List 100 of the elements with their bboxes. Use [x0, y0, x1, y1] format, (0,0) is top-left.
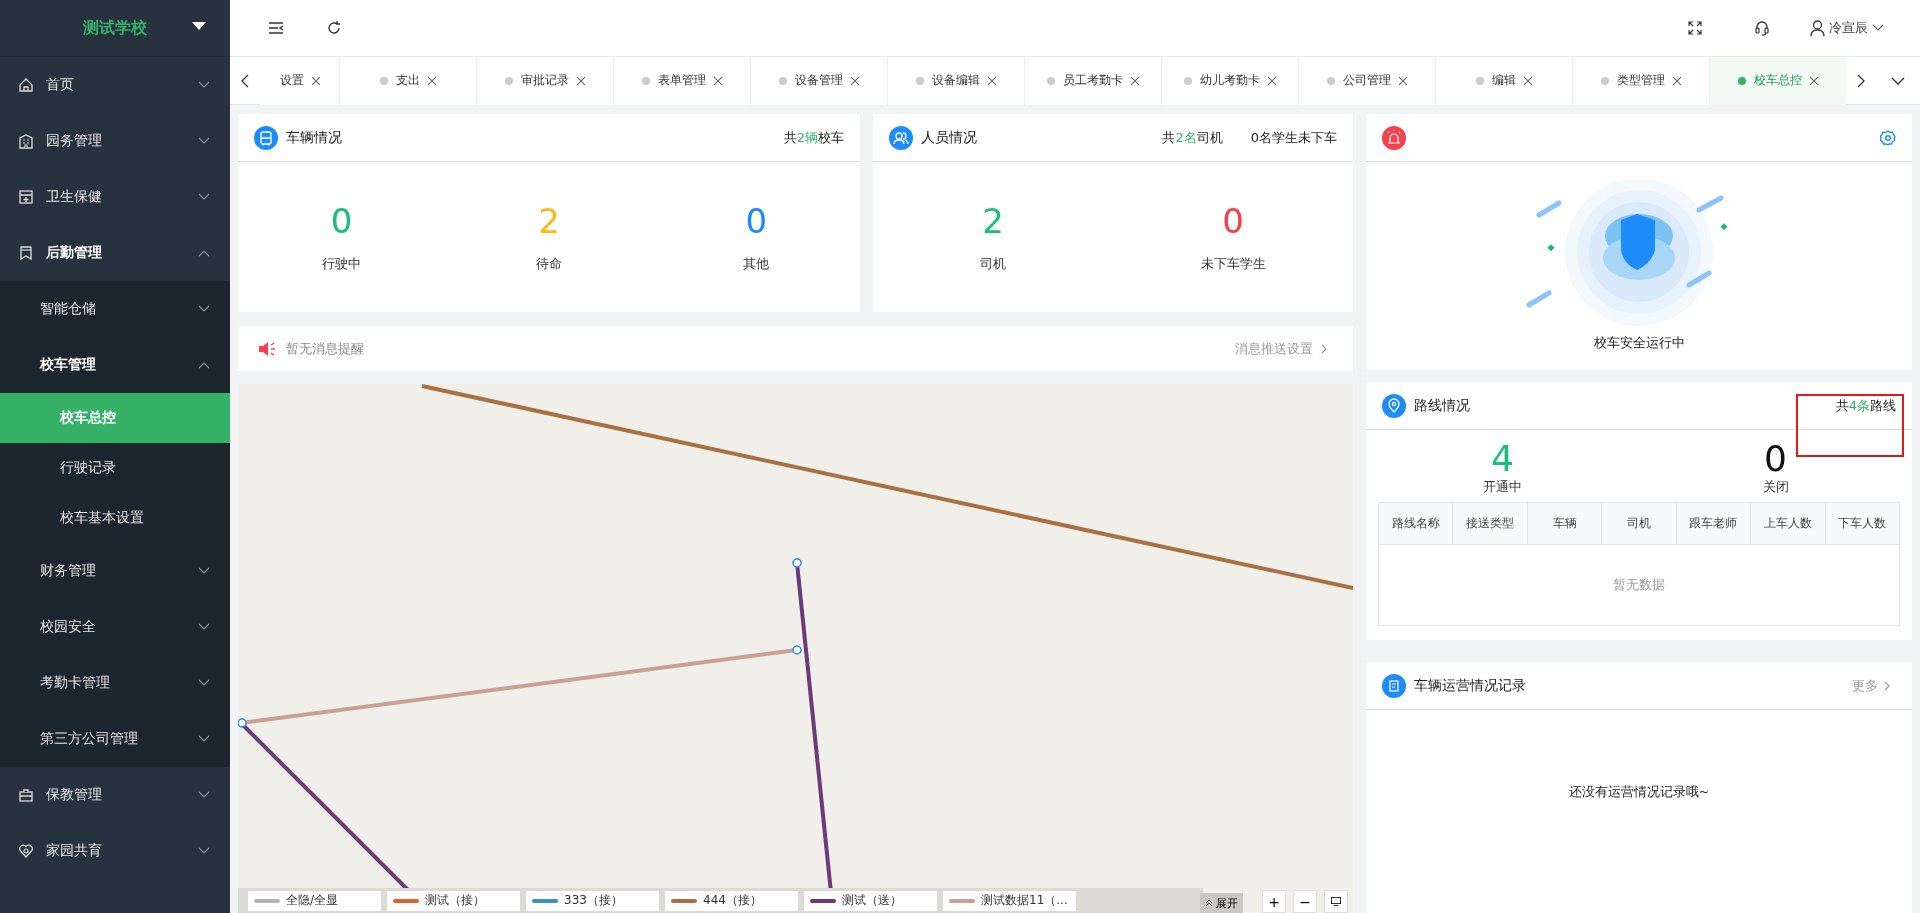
page-tab[interactable]: 设置	[260, 56, 340, 105]
page-tab[interactable]: 校车总控	[1710, 56, 1846, 105]
stat-label: 司机	[980, 255, 1007, 273]
zoom-in-button[interactable]: +	[1262, 890, 1286, 913]
menu-item[interactable]: 行驶记录	[0, 443, 230, 493]
summary-text: 0名学生未下车	[1250, 128, 1337, 147]
chevron-down-icon	[198, 81, 210, 89]
refresh-icon	[326, 20, 342, 36]
page-tab[interactable]: 幼儿考勤卡	[1162, 56, 1299, 105]
notice-message: 暂无消息提醒	[286, 339, 365, 358]
stat-label: 关闭	[1762, 478, 1789, 496]
column-header: 路线名称	[1379, 503, 1454, 544]
menu-item[interactable]: 智能仓储	[0, 281, 230, 337]
close-icon[interactable]	[1810, 76, 1818, 85]
expand-button[interactable]: 展开	[1200, 893, 1243, 913]
close-icon[interactable]	[988, 76, 996, 85]
settings-icon[interactable]	[1880, 129, 1896, 146]
menu-item[interactable]: 财务管理	[0, 543, 230, 599]
chevron-down-icon	[198, 679, 210, 687]
close-icon[interactable]	[1524, 76, 1532, 85]
column-header: 跟车老师	[1676, 503, 1752, 544]
close-icon[interactable]	[1399, 76, 1407, 85]
users-icon	[889, 125, 914, 150]
chevron-down-icon	[1891, 76, 1905, 85]
close-icon[interactable]	[311, 76, 320, 85]
empty-message: 还没有运营情况记录哦~	[1567, 782, 1711, 801]
page-tab[interactable]: 表单管理	[614, 56, 751, 105]
stat-value: 0	[330, 201, 353, 241]
stat-value: 2	[538, 201, 560, 241]
status-caption: 校车安全运行中	[1593, 334, 1685, 352]
chevron-right-icon	[1857, 73, 1865, 88]
close-icon[interactable]	[1673, 76, 1681, 85]
menu-item[interactable]: 首页	[0, 57, 230, 113]
column-header: 下车人数	[1837, 515, 1888, 532]
column-header: 接送类型	[1453, 503, 1528, 544]
menu-item[interactable]: 校车管理	[0, 337, 230, 393]
zoom-out-button[interactable]: −	[1293, 890, 1317, 913]
screen-button[interactable]	[1324, 890, 1348, 913]
close-icon[interactable]	[428, 76, 436, 85]
page-tab[interactable]: 员工考勤卡	[1025, 56, 1162, 105]
stat-label: 开通中	[1483, 478, 1522, 496]
stat-label: 未下车学生	[1200, 255, 1266, 273]
chevron-down-icon	[1872, 24, 1884, 32]
card-title: 车辆运营情况记录	[1414, 676, 1527, 695]
page-tab[interactable]: 类型管理	[1573, 56, 1710, 105]
stat-label: 其他	[743, 255, 770, 273]
location-pin-icon	[1382, 393, 1406, 418]
menu-item[interactable]: 校车基本设置	[0, 493, 230, 543]
legend-item[interactable]: 测试数据11（...	[943, 890, 1076, 911]
page-tab[interactable]: 公司管理	[1299, 56, 1436, 105]
page-tab[interactable]: 设备管理	[751, 56, 888, 105]
close-icon[interactable]	[577, 76, 585, 85]
chevron-left-icon	[241, 73, 249, 88]
close-icon[interactable]	[851, 76, 859, 85]
monitor-icon	[1331, 897, 1341, 906]
chevron-down-icon	[198, 193, 210, 201]
alarm-light-icon	[1382, 125, 1406, 150]
stat-value: 0	[1764, 440, 1787, 478]
caret-down-icon[interactable]	[192, 22, 206, 30]
page-tab[interactable]: 支出	[340, 56, 477, 105]
menu-item[interactable]: 家园共育	[0, 823, 230, 879]
close-icon[interactable]	[1131, 76, 1139, 85]
legend-item[interactable]: 444（接）	[665, 890, 798, 911]
chevron-down-icon	[198, 623, 210, 631]
stat-value: 2	[982, 201, 1004, 241]
page-tab[interactable]: 编辑	[1436, 56, 1573, 105]
stat-label: 行驶中	[322, 255, 362, 273]
chevron-down-icon	[198, 791, 210, 799]
card-title: 路线情况	[1414, 396, 1471, 415]
chevron-up-icon	[198, 361, 210, 369]
menu-item[interactable]: 卫生保健	[0, 169, 230, 225]
summary-text: 共2名司机	[1162, 128, 1223, 147]
menu-item[interactable]: 第三方公司管理	[0, 711, 230, 767]
legend-item[interactable]: 全隐/全显	[248, 890, 381, 911]
empty-message: 暂无数据	[1612, 576, 1666, 594]
user-icon	[1810, 20, 1825, 36]
menu-collapse-icon	[268, 21, 284, 35]
page-tab[interactable]: 审批记录	[477, 56, 614, 105]
legend-item[interactable]: 测试（接）	[387, 890, 520, 911]
chevron-down-icon	[198, 847, 210, 855]
page-tab[interactable]: 设备编辑	[888, 56, 1025, 105]
close-icon[interactable]	[1268, 76, 1276, 85]
legend-item[interactable]: 测试（送）	[804, 890, 937, 911]
card-title: 人员情况	[921, 128, 979, 147]
bookmark-icon	[18, 245, 34, 261]
menu-item[interactable]: 保教管理	[0, 767, 230, 823]
menu-item[interactable]: 考勤卡管理	[0, 655, 230, 711]
chevron-down-icon	[198, 735, 210, 743]
menu-item[interactable]: 后勤管理	[0, 225, 230, 281]
card-title: 车辆情况	[286, 128, 343, 147]
user-menu[interactable]: 冷宣辰	[1804, 18, 1890, 38]
menu-item[interactable]: 校园安全	[0, 599, 230, 655]
chevron-up-icon	[198, 249, 210, 257]
headset-icon	[1754, 20, 1770, 36]
menu-item[interactable]: 园务管理	[0, 113, 230, 169]
stat-label: 待命	[536, 255, 563, 273]
speaker-icon	[258, 340, 276, 357]
heart-icon	[18, 843, 34, 859]
legend-item[interactable]: 333（接）	[526, 890, 659, 911]
close-icon[interactable]	[714, 76, 722, 85]
